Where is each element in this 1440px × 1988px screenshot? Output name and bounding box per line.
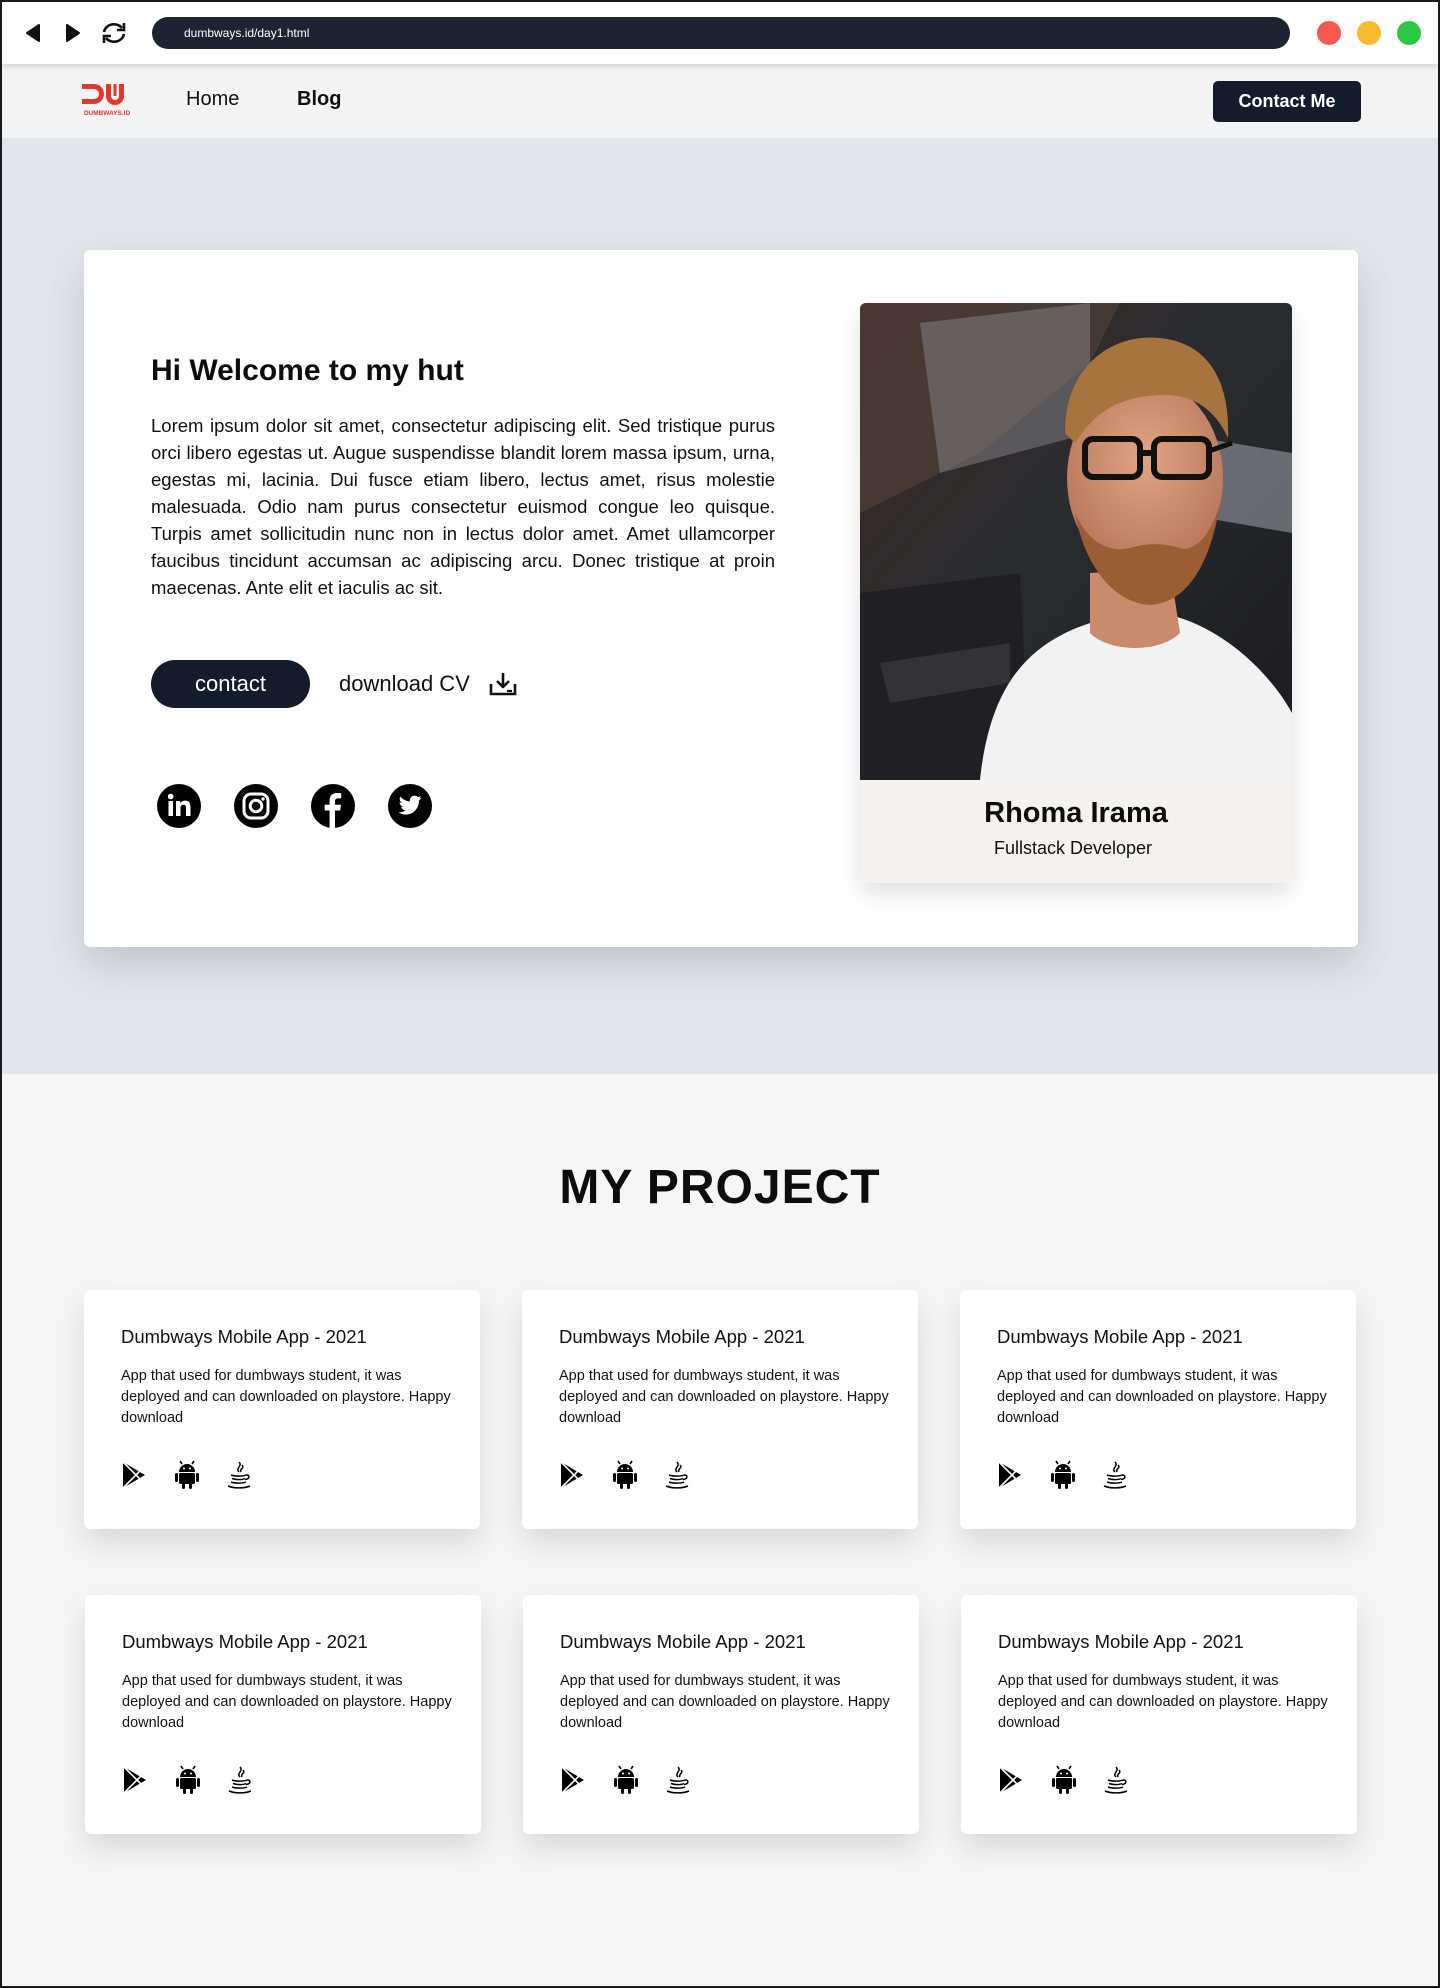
project-card[interactable]: Dumbways Mobile App - 2021 App that used … <box>961 1595 1357 1834</box>
java-icon[interactable] <box>225 1460 253 1490</box>
play-store-icon[interactable] <box>998 1765 1026 1795</box>
reload-icon[interactable] <box>98 21 130 45</box>
hero-description: Lorem ipsum dolor sit amet, consectetur … <box>151 415 775 598</box>
play-store-icon[interactable] <box>997 1460 1025 1490</box>
project-tech-icons <box>122 1765 278 1795</box>
project-card[interactable]: Dumbways Mobile App - 2021 App that used … <box>84 1290 480 1529</box>
social-links <box>156 783 464 829</box>
project-card-description: App that used for dumbways student, it w… <box>122 1673 452 1731</box>
project-card-title: Dumbways Mobile App - 2021 <box>998 1631 1244 1652</box>
twitter-icon[interactable] <box>387 783 433 829</box>
profile-name: Rhoma Irama <box>984 797 1168 829</box>
project-card[interactable]: Dumbways Mobile App - 2021 App that used … <box>85 1595 481 1834</box>
android-icon[interactable] <box>611 1460 639 1490</box>
project-card-description: App that used for dumbways student, it w… <box>121 1368 451 1426</box>
android-icon[interactable] <box>174 1765 202 1795</box>
svg-text:DUMBWAYS.ID: DUMBWAYS.ID <box>84 110 131 117</box>
android-icon[interactable] <box>612 1765 640 1795</box>
linkedin-icon[interactable] <box>156 783 202 829</box>
project-card-title: Dumbways Mobile App - 2021 <box>560 1631 806 1652</box>
projects-title: MY PROJECT <box>559 1161 881 1214</box>
download-cv-link[interactable]: download CV <box>339 668 518 700</box>
project-card[interactable]: Dumbways Mobile App - 2021 App that used … <box>523 1595 919 1834</box>
project-tech-icons <box>560 1765 716 1795</box>
nav-home-link[interactable]: Home <box>186 88 239 111</box>
play-store-icon[interactable] <box>122 1765 150 1795</box>
project-card-description: App that used for dumbways student, it w… <box>560 1673 890 1731</box>
project-card-description: App that used for dumbways student, it w… <box>998 1673 1328 1731</box>
project-tech-icons <box>559 1460 715 1490</box>
android-icon[interactable] <box>1049 1460 1077 1490</box>
play-store-icon[interactable] <box>560 1765 588 1795</box>
project-card-title: Dumbways Mobile App - 2021 <box>997 1326 1243 1347</box>
contact-me-button[interactable]: Contact Me <box>1213 81 1361 122</box>
address-bar[interactable]: dumbways.id/day1.html <box>152 17 1290 49</box>
profile-photo <box>860 303 1292 780</box>
facebook-icon[interactable] <box>310 783 356 829</box>
project-card-title: Dumbways Mobile App - 2021 <box>122 1631 368 1652</box>
project-tech-icons <box>121 1460 277 1490</box>
java-icon[interactable] <box>1102 1765 1130 1795</box>
download-icon <box>489 673 517 696</box>
close-window-button[interactable] <box>1317 21 1341 45</box>
profile-card: Rhoma Irama Fullstack Developer <box>860 303 1292 883</box>
hero-title: Hi Welcome to my hut <box>151 354 464 387</box>
play-store-icon[interactable] <box>121 1460 149 1490</box>
project-card-description: App that used for dumbways student, it w… <box>559 1368 889 1426</box>
project-tech-icons <box>998 1765 1154 1795</box>
play-store-icon[interactable] <box>559 1460 587 1490</box>
project-card-description: App that used for dumbways student, it w… <box>997 1368 1327 1426</box>
download-cv-label: download CV <box>339 671 470 696</box>
project-card[interactable]: Dumbways Mobile App - 2021 App that used … <box>522 1290 918 1529</box>
site-navbar: DUMBWAYS.ID Home Blog Contact Me <box>2 64 1438 138</box>
nav-blog-link[interactable]: Blog <box>297 88 341 111</box>
maximize-window-button[interactable] <box>1397 21 1421 45</box>
instagram-icon[interactable] <box>233 783 279 829</box>
project-card-title: Dumbways Mobile App - 2021 <box>559 1326 805 1347</box>
browser-window: dumbways.id/day1.html DUMBWAYS.ID Home B… <box>0 0 1440 1988</box>
forward-icon[interactable] <box>60 21 84 45</box>
dumbways-logo[interactable]: DUMBWAYS.ID <box>80 82 134 118</box>
minimize-window-button[interactable] <box>1357 21 1381 45</box>
browser-toolbar: dumbways.id/day1.html <box>2 2 1438 64</box>
android-icon[interactable] <box>173 1460 201 1490</box>
project-card[interactable]: Dumbways Mobile App - 2021 App that used … <box>960 1290 1356 1529</box>
java-icon[interactable] <box>663 1460 691 1490</box>
java-icon[interactable] <box>1101 1460 1129 1490</box>
contact-button[interactable]: contact <box>151 660 310 708</box>
android-icon[interactable] <box>1050 1765 1078 1795</box>
project-tech-icons <box>997 1460 1153 1490</box>
project-card-title: Dumbways Mobile App - 2021 <box>121 1326 367 1347</box>
back-icon[interactable] <box>22 21 46 45</box>
java-icon[interactable] <box>226 1765 254 1795</box>
profile-role: Fullstack Developer <box>993 838 1153 858</box>
java-icon[interactable] <box>664 1765 692 1795</box>
